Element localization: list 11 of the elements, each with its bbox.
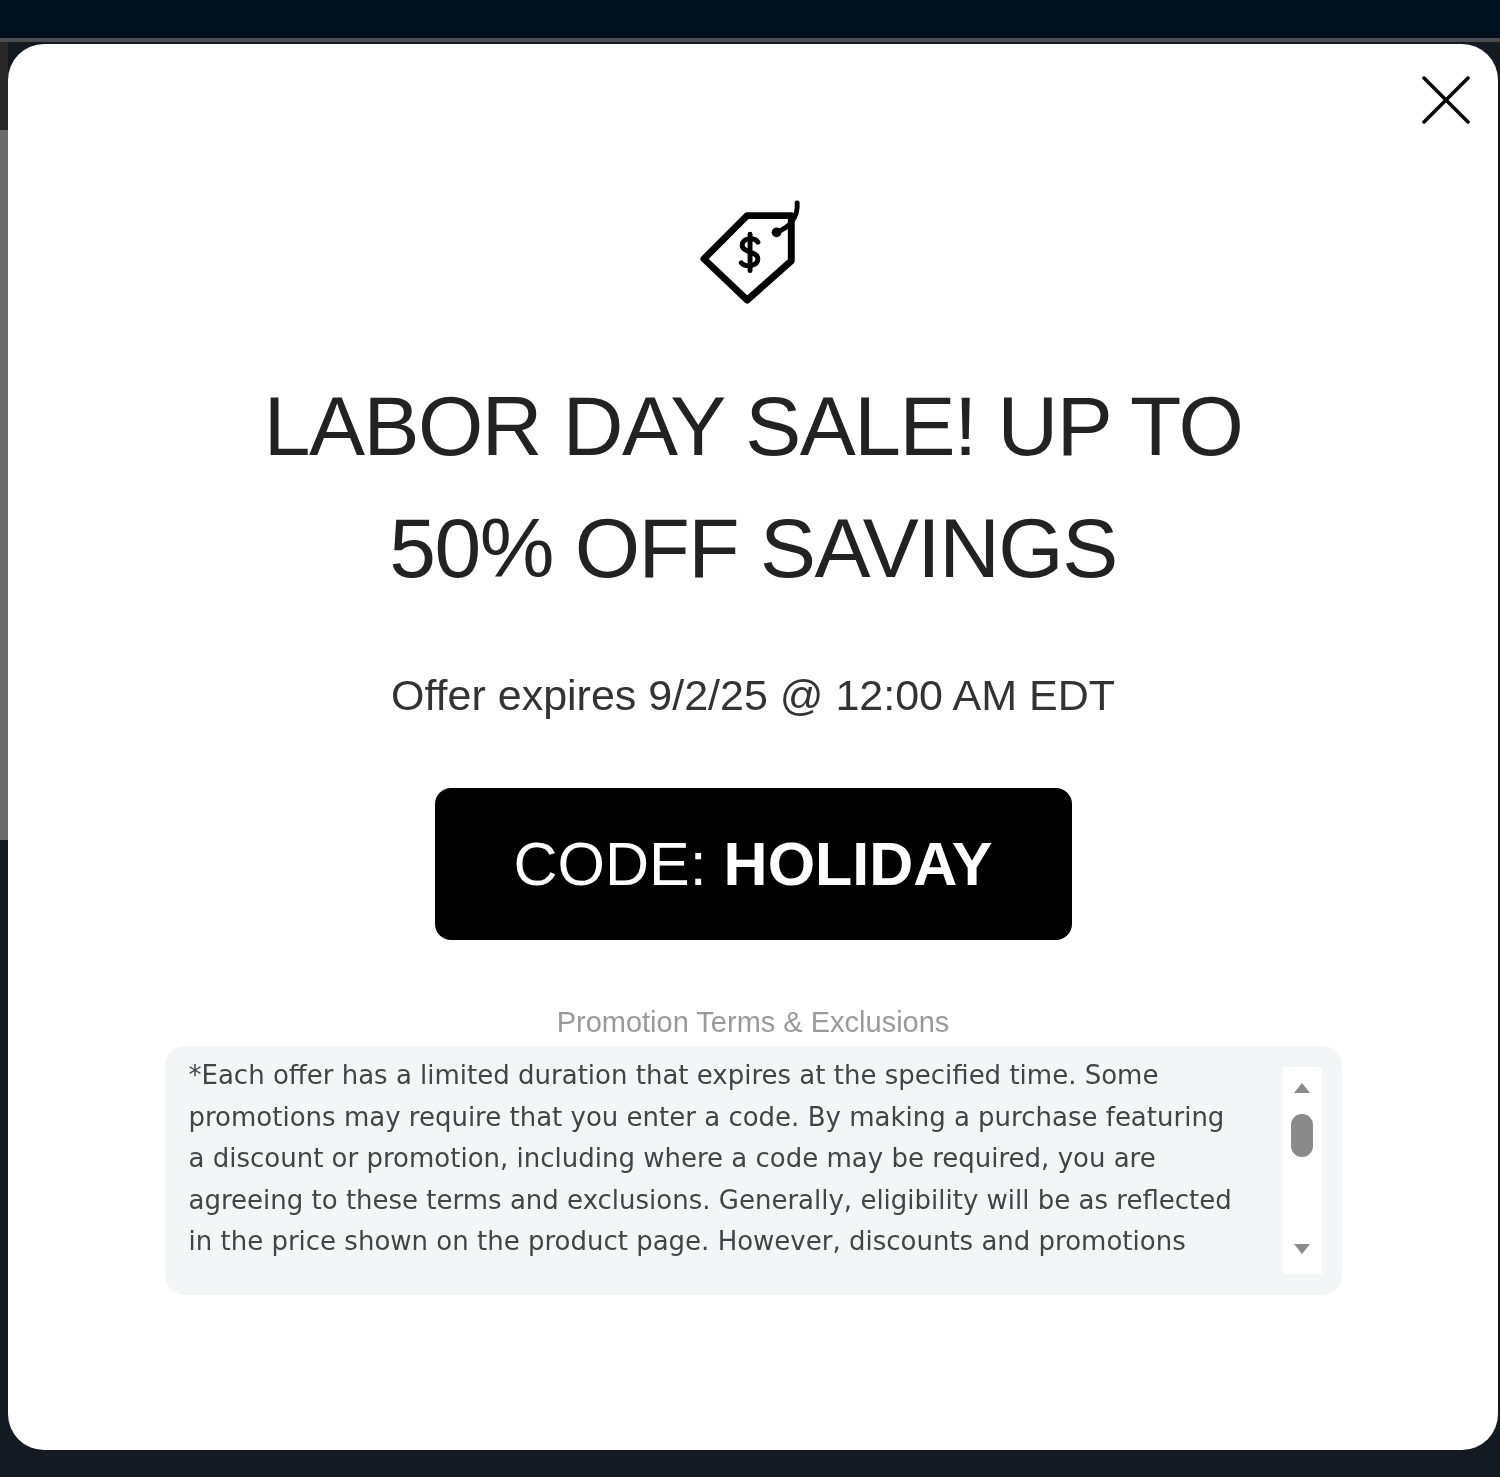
terms-title: Promotion Terms & Exclusions xyxy=(556,1004,950,1040)
offer-expiry-text: Offer expires 9/2/25 @ 12:00 AM EDT xyxy=(391,670,1115,721)
terms-text: *Each offer has a limited duration that expires at the specified time. Some promotions may require that you enter a code. By making a purchase featuring a discount or promotion, including where a code may be required, you are agreeing to these terms and exclusions. Generally, eligibility will be as reflected in the price shown on the product page. However, discounts and promotions xyxy=(188,1059,1233,1259)
close-icon xyxy=(1422,76,1470,124)
promo-code-button[interactable]: CODE: HOLIDAY xyxy=(434,787,1072,940)
sale-headline: LABOR DAY SALE! UP TO 50% OFF SAVINGS xyxy=(262,378,1244,597)
scroll-down-arrow-icon[interactable] xyxy=(1294,1244,1310,1255)
scrollbar[interactable] xyxy=(1282,1067,1322,1275)
close-button[interactable] xyxy=(1422,76,1470,124)
scroll-up-arrow-icon[interactable] xyxy=(1294,1083,1310,1094)
scroll-thumb[interactable] xyxy=(1291,1114,1313,1158)
